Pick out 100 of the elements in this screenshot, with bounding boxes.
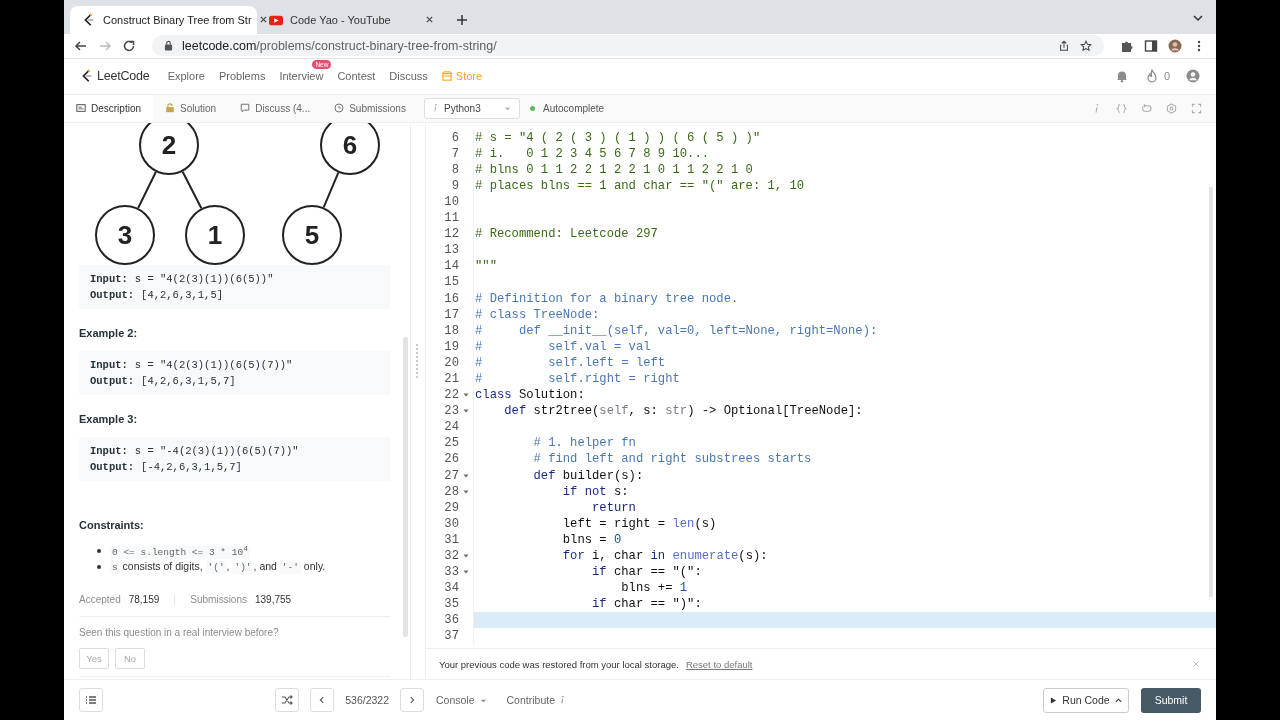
code-line: # blns 0 1 1 2 2 1 2 2 1 0 1 1 2 2 1 0 — [473, 161, 1216, 178]
line-number: 34 — [443, 581, 459, 596]
close-icon[interactable] — [425, 15, 434, 25]
constraint-text: s consists of digits, '(' , ')' , and '-' only. — [110, 560, 326, 573]
stat-value: 139,755 — [255, 594, 292, 605]
tree-edge — [181, 170, 203, 209]
line-number: 28 — [443, 484, 459, 499]
fold-icon[interactable] — [463, 392, 469, 399]
example-title: Example 2: — [79, 326, 139, 339]
flame-icon[interactable] — [1144, 69, 1159, 84]
submit-button[interactable]: Submit — [1141, 687, 1201, 713]
browser-tab[interactable]: Code Yao - YouTube — [257, 5, 444, 34]
autocomplete-toggle[interactable]: Autocomplete — [530, 102, 605, 114]
tree-edge — [137, 170, 157, 209]
console-button[interactable]: Console — [436, 694, 487, 707]
logo-text[interactable]: LeetCode — [97, 69, 150, 84]
nav-link[interactable]: Problems — [218, 70, 266, 83]
tree-node: 1 — [185, 204, 245, 265]
line-number: 32 — [443, 549, 459, 563]
resize-handle[interactable] — [410, 122, 426, 680]
play-icon — [1050, 696, 1058, 704]
constraints-title: Constraints: — [79, 518, 145, 531]
lock-icon — [164, 40, 173, 52]
bracket-logo-icon — [82, 12, 96, 27]
fold-icon[interactable] — [463, 569, 469, 576]
line-number: 25 — [443, 436, 459, 451]
line-number: 7 — [450, 146, 459, 161]
fold-icon[interactable] — [463, 408, 469, 415]
tree-node: 3 — [95, 204, 155, 265]
share-icon[interactable] — [1058, 39, 1070, 52]
output-label: Output: — [90, 288, 135, 301]
code-line: # s = "4 ( 2 ( 3 ) ( 1 ) ) ( 6 ( 5 ) )" — [473, 129, 1216, 146]
close-icon[interactable] — [258, 15, 268, 25]
line-number: 29 — [443, 500, 459, 515]
fold-icon[interactable] — [463, 488, 469, 495]
info-icon — [560, 695, 565, 706]
shuffle-icon — [281, 694, 294, 707]
nav-link[interactable]: Explore — [167, 70, 205, 83]
streak-count: 0 — [1163, 70, 1170, 83]
stat-label: Submissions — [190, 594, 247, 605]
line-number: 12 — [443, 227, 459, 242]
nav-link[interactable]: Discuss — [389, 70, 428, 83]
line-number: 26 — [443, 452, 459, 467]
line-number: 15 — [443, 275, 459, 290]
user-icon[interactable] — [1186, 69, 1200, 84]
output-label: Output: — [90, 460, 135, 473]
input-value: s = "4(2(3)(1))(6(5)(7))" — [134, 358, 293, 371]
reset-link[interactable]: Reset to default — [685, 658, 753, 670]
clock-icon — [334, 103, 345, 114]
scrollbar[interactable] — [403, 336, 408, 637]
list-icon — [85, 694, 97, 707]
line-number: 19 — [443, 339, 459, 354]
problem-counter: 536/2322 — [345, 694, 389, 707]
line-number: 31 — [443, 532, 459, 547]
code-line: # i. 0 1 2 3 4 5 6 7 8 9 10... — [473, 145, 1216, 162]
line-number: 21 — [443, 371, 459, 386]
output-value: [-4,2,6,3,1,5,7] — [141, 460, 242, 473]
nav-link[interactable]: Contest — [337, 70, 376, 83]
line-number: 36 — [443, 613, 459, 628]
document-icon — [76, 103, 86, 114]
lock-icon — [165, 103, 176, 114]
fold-icon[interactable] — [463, 472, 469, 479]
line-number: 11 — [443, 211, 459, 226]
address-field[interactable]: leetcode.com/problems/construct-binary-tree-from-string/ — [152, 35, 1104, 57]
fold-icon[interactable] — [463, 553, 469, 559]
language-select[interactable]: Python3 — [424, 97, 520, 119]
line-number: 10 — [443, 194, 459, 209]
line-number: 6 — [450, 130, 459, 145]
panel-tab[interactable]: Discuss (4... — [228, 94, 323, 122]
line-number: 33 — [443, 565, 459, 580]
panel-tab[interactable]: Submissions — [322, 94, 418, 122]
interview-question: Seen this question in a real interview before? — [79, 615, 390, 638]
line-number: 30 — [443, 516, 459, 531]
nav-link[interactable]: Interview — [279, 70, 324, 83]
line-number: 16 — [443, 291, 459, 306]
bracket-logo-icon[interactable] — [80, 69, 94, 84]
output-value: [4,2,6,3,1,5,7] — [141, 374, 236, 387]
constraint-text: 0 <= s.length <= 3 * 10$^{4}$ — [110, 543, 250, 558]
reload-icon[interactable] — [122, 38, 136, 53]
contribute-button[interactable]: Contribute — [506, 694, 565, 707]
tree-node: 6 — [320, 122, 380, 175]
panel-tab[interactable]: Description — [64, 94, 154, 122]
bullet-icon — [97, 564, 101, 569]
sidebar-icon[interactable] — [1144, 38, 1158, 53]
input-value: s = "4(2(3)(1))(6(5))" — [134, 272, 274, 285]
shuffle-button[interactable] — [275, 688, 300, 713]
stat-label: Accepted — [79, 594, 121, 605]
run-code-button[interactable]: Run Code — [1043, 687, 1129, 713]
output-label: Output: — [90, 374, 135, 387]
input-label: Input: — [90, 272, 128, 285]
back-icon[interactable] — [74, 38, 88, 53]
panel-tab[interactable]: Solution — [153, 94, 229, 122]
restore-notice: Your previous code was restored from your local storage. — [439, 658, 679, 670]
problem-list-button[interactable] — [79, 688, 103, 713]
star-icon[interactable] — [1080, 39, 1092, 52]
tree-node: 2 — [139, 122, 199, 175]
store-icon — [441, 71, 452, 82]
caret-up-icon — [1114, 696, 1122, 704]
new-tab-icon[interactable] — [456, 13, 468, 26]
avatar-icon[interactable] — [1168, 38, 1182, 53]
